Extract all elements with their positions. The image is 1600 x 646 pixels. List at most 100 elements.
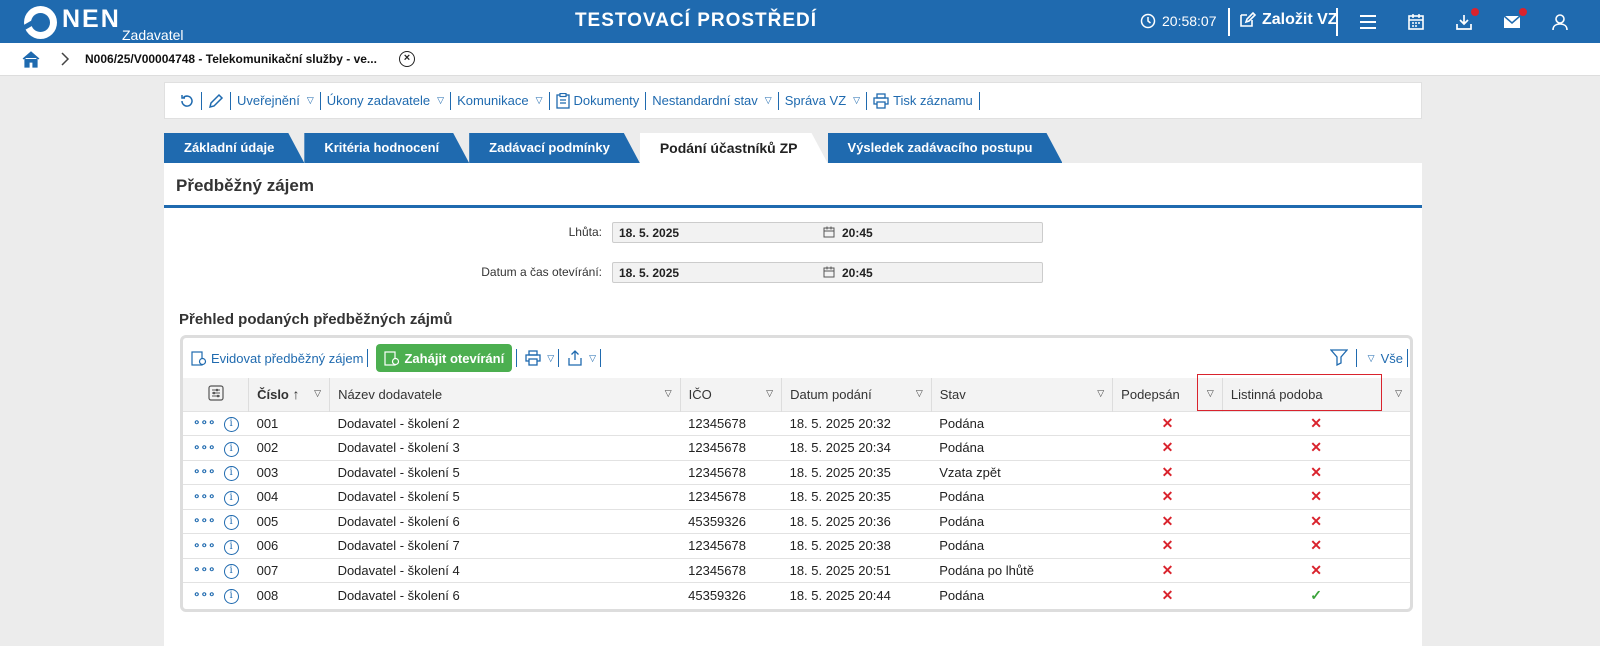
tab-evaluation-criteria[interactable]: Kritéria hodnocení — [304, 133, 469, 163]
menu-communication[interactable]: Komunikace ▽ — [451, 93, 548, 108]
more-options-icon[interactable]: ∘∘∘ — [193, 489, 216, 503]
menu-nonstandard-state[interactable]: Nestandardní stav ▽ — [646, 93, 777, 108]
table-row[interactable]: ∘∘∘ i 003 Dodavatel - školení 5 12345678 18. … — [183, 460, 1410, 485]
home-button[interactable] — [22, 50, 40, 71]
breadcrumb-current[interactable]: N006/25/V00004748 - Telekomunikační služ… — [85, 52, 377, 66]
table-row[interactable]: ∘∘∘ i 004 Dodavatel - školení 5 12345678 18. … — [183, 484, 1410, 510]
divider — [978, 91, 980, 110]
menu-print-record[interactable]: Tisk záznamu — [867, 92, 979, 109]
menu-contracting-actions[interactable]: Úkony zadavatele ▽ — [321, 93, 450, 108]
info-icon[interactable]: i — [223, 417, 239, 433]
info-icon[interactable]: i — [223, 466, 239, 482]
share-icon — [568, 350, 582, 366]
divider — [367, 349, 369, 367]
divider — [558, 349, 560, 367]
cell-submission-date: 18. 5. 2025 20:35 — [789, 464, 891, 480]
menu-documents[interactable]: Dokumenty — [550, 92, 646, 109]
triangle-down-icon: ▽ — [1206, 388, 1214, 398]
cross-icon: ✕ — [1310, 414, 1323, 431]
table-row[interactable]: ∘∘∘ i 002 Dodavatel - školení 3 12345678 18. … — [183, 435, 1410, 461]
col-state[interactable]: Stav ▽ — [931, 378, 1114, 411]
clipboard-gear-icon — [191, 351, 207, 366]
menu-vz-management[interactable]: Správa VZ ▽ — [779, 93, 866, 108]
clock-icon — [1140, 13, 1156, 29]
cross-icon: ✕ — [1161, 561, 1174, 578]
tab-participant-submissions[interactable]: Podání účastníků ZP — [640, 133, 828, 163]
triangle-down-icon: ▽ — [535, 95, 543, 105]
triangle-down-icon: ▽ — [664, 388, 672, 398]
more-options-icon[interactable]: ∘∘∘ — [193, 562, 216, 576]
new-procurement-button[interactable]: Založit VZ — [1238, 11, 1338, 29]
table-row[interactable]: ∘∘∘ i 001 Dodavatel - školení 2 12345678 18. … — [183, 411, 1410, 436]
more-options-icon[interactable]: ∘∘∘ — [193, 513, 216, 527]
deadline-field[interactable]: 18. 5. 2025 20:45 — [612, 222, 1043, 243]
tab-tender-conditions[interactable]: Zadávací podmínky — [469, 133, 640, 163]
close-icon[interactable]: × — [399, 51, 415, 67]
table-row[interactable]: ∘∘∘ i 006 Dodavatel - školení 7 12345678 18. … — [183, 533, 1410, 559]
calendar-button[interactable] — [1405, 11, 1427, 33]
menu-nonstandard-state-label: Nestandardní stav — [652, 93, 758, 108]
col-supplier-name[interactable]: Název dodavatele ▽ — [329, 378, 681, 411]
refresh-button[interactable] — [173, 93, 201, 109]
start-opening-button[interactable]: Zahájit otevírání — [376, 344, 513, 372]
menu-button[interactable] — [1357, 11, 1379, 33]
row-actions: ∘∘∘ i — [183, 509, 249, 534]
menu-publication[interactable]: Uveřejnění ▽ — [231, 93, 320, 108]
opening-field[interactable]: 18. 5. 2025 20:45 — [612, 262, 1043, 283]
more-options-icon[interactable]: ∘∘∘ — [193, 415, 216, 429]
col-number[interactable]: Číslo ↑ ▽ — [248, 378, 331, 411]
triangle-down-icon: ▽ — [547, 352, 555, 363]
row-actions: ∘∘∘ i — [183, 460, 249, 485]
info-icon[interactable]: i — [223, 515, 239, 531]
cell-number: 006 — [256, 538, 279, 554]
more-options-icon[interactable]: ∘∘∘ — [193, 440, 216, 454]
cross-icon: ✕ — [1310, 439, 1323, 456]
interest-grid: Evidovat předběžný zájem Zahájit otevírá… — [180, 335, 1413, 612]
tab-procedure-result[interactable]: Výsledek zadávacího postupu — [828, 133, 1063, 163]
messages-button[interactable] — [1501, 8, 1527, 33]
more-options-icon[interactable]: ∘∘∘ — [193, 538, 216, 552]
cell-paper-form: ✕ — [1222, 460, 1410, 485]
info-icon[interactable]: i — [223, 589, 239, 604]
cell-ico: 12345678 — [688, 538, 746, 554]
info-icon[interactable]: i — [223, 539, 239, 555]
cell-ico: 12345678 — [688, 440, 746, 456]
downloads-button[interactable] — [1453, 8, 1479, 33]
info-icon[interactable]: i — [223, 564, 239, 580]
col-submission-date[interactable]: Datum podání ▽ — [781, 378, 932, 411]
view-all-label: Vše — [1380, 350, 1403, 366]
register-interest-button[interactable]: Evidovat předběžný zájem — [191, 350, 363, 366]
cell-number: 005 — [256, 513, 279, 529]
table-row[interactable]: ∘∘∘ i 005 Dodavatel - školení 6 45359326 18. … — [183, 509, 1410, 534]
tab-basic-info[interactable]: Základní údaje — [164, 133, 304, 163]
col-signed-label: Podepsán — [1121, 386, 1180, 402]
col-paper-form[interactable]: Listinná podoba ▽ — [1222, 378, 1410, 411]
user-button[interactable] — [1549, 11, 1571, 33]
edit-button[interactable] — [202, 93, 230, 109]
export-dropdown[interactable]: ▽ — [567, 350, 596, 366]
column-settings-button[interactable] — [183, 378, 250, 411]
col-ico[interactable]: IČO ▽ — [680, 378, 783, 411]
info-icon[interactable]: i — [223, 490, 239, 506]
more-options-icon[interactable]: ∘∘∘ — [193, 464, 216, 478]
col-signed[interactable]: Podepsán ▽ — [1112, 378, 1223, 411]
menu-contracting-actions-label: Úkony zadavatele — [326, 93, 431, 108]
edit-icon — [1240, 11, 1256, 27]
new-procurement-label: Založit VZ — [1262, 11, 1338, 28]
view-all-dropdown[interactable]: ▽ Vše — [1365, 351, 1403, 366]
row-actions: ∘∘∘ i — [183, 534, 249, 559]
session-timer: 20:58:07 — [1140, 13, 1217, 29]
divider — [1336, 8, 1338, 36]
print-dropdown[interactable]: ▽ — [525, 350, 554, 366]
notification-dot — [1471, 8, 1479, 16]
row-actions: ∘∘∘ i — [183, 436, 249, 461]
filter-button[interactable] — [1329, 348, 1349, 369]
cell-submission-date: 18. 5. 2025 20:36 — [789, 513, 891, 529]
info-icon[interactable]: i — [223, 441, 239, 457]
calendar-icon — [823, 226, 835, 238]
more-options-icon[interactable]: ∘∘∘ — [193, 587, 216, 601]
table-row[interactable]: ∘∘∘ i 008 Dodavatel - školení 6 45359326 18. … — [183, 582, 1410, 608]
table-row[interactable]: ∘∘∘ i 007 Dodavatel - školení 4 12345678 18. … — [183, 558, 1410, 583]
col-state-label: Stav — [939, 386, 966, 402]
page-title: Předběžný zájem — [176, 176, 314, 195]
